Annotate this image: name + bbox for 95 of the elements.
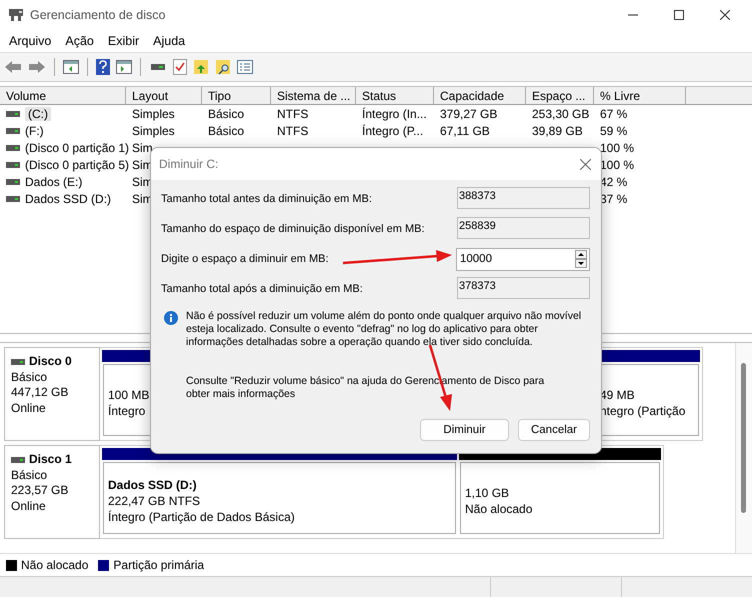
legend-label: Partição primária: [113, 558, 204, 572]
search-folder-icon[interactable]: [215, 59, 231, 75]
spin-up-icon[interactable]: [575, 250, 587, 258]
drive-icon: [11, 456, 25, 463]
partition-info: Íntegro (Partição de Dados Básica): [108, 509, 295, 525]
disk-type: Básico: [11, 468, 48, 483]
menu-item[interactable]: Arquivo: [9, 34, 52, 48]
column-header[interactable]: Status: [356, 87, 434, 104]
field-label: Tamanho total após a diminuição em MB:: [161, 283, 363, 295]
table-cell: 253,30 GB: [532, 106, 590, 120]
readonly-field: 388373: [457, 187, 590, 209]
disk-name: Disco 0: [29, 354, 72, 370]
table-cell: Simples: [132, 124, 175, 138]
table-cell: NTFS: [277, 106, 308, 120]
column-header[interactable]: Layout: [126, 87, 202, 104]
table-cell: 67 %: [600, 106, 628, 120]
table-cell[interactable]: Dados (E:): [25, 174, 82, 188]
table-cell: Básico: [208, 124, 244, 138]
disk-status: Online: [11, 400, 47, 416]
partition-name: Dados SSD (D:): [108, 477, 197, 493]
table-cell[interactable]: Dados SSD (D:): [25, 192, 112, 206]
drive-icon: [11, 358, 25, 365]
disk-size: 447,12 GB: [11, 385, 70, 400]
back-arrow-icon[interactable]: [4, 60, 22, 74]
drive-icon: [6, 144, 20, 150]
table-cell: 39,89 GB: [532, 124, 583, 138]
partition-info: Íntegro: [108, 403, 146, 419]
legend-label: Não alocado: [21, 558, 88, 572]
partition-box[interactable]: Dados SSD (D:) 222,47 GB NTFS Íntegro (Partição de Dados Básica): [103, 462, 456, 534]
table-cell[interactable]: (F:): [25, 124, 44, 138]
menu-item[interactable]: Ajuda: [153, 34, 186, 48]
number-field[interactable]: 10000: [456, 248, 590, 270]
column-header[interactable]: Sistema de ...: [271, 87, 356, 104]
drive-icon: [6, 162, 20, 168]
disk-type: Básico: [11, 370, 48, 385]
drive-icon: [6, 110, 20, 116]
dialog-button[interactable]: Diminuir: [420, 419, 509, 441]
forward-arrow-icon[interactable]: [28, 60, 46, 74]
drive-icon: [6, 128, 20, 134]
table-cell: 67,11 GB: [440, 124, 490, 138]
table-cell: Simples: [132, 106, 175, 120]
readonly-field: 378373: [457, 277, 590, 299]
panel-icon[interactable]: [116, 60, 132, 74]
table-cell[interactable]: (Disco 0 partição 1): [25, 140, 130, 154]
field-label: Tamanho total antes da diminuição em MB:: [161, 193, 372, 205]
table-cell[interactable]: (Disco 0 partição 5): [25, 158, 130, 172]
checklist-icon[interactable]: [173, 59, 187, 75]
folder-icon[interactable]: [193, 59, 209, 75]
maximize-icon[interactable]: [674, 10, 684, 20]
drive-icon: [6, 196, 20, 202]
disk-label-panel[interactable]: Disco 0 Básico 447,12 GB Online: [4, 347, 100, 441]
spin-down-icon[interactable]: [575, 258, 587, 268]
table-cell: 100 %: [600, 158, 634, 172]
column-header[interactable]: Espaço ...: [526, 87, 594, 104]
partition-info: 1,10 GB: [465, 485, 510, 501]
table-cell: Íntegro (P...: [362, 124, 424, 138]
readonly-field: 258839: [457, 217, 590, 239]
table-cell: Básico: [208, 106, 244, 120]
column-header[interactable]: % Livre: [594, 87, 686, 104]
menu-item[interactable]: Exibir: [108, 34, 140, 48]
list-icon[interactable]: [237, 60, 253, 74]
column-header[interactable]: Capacidade: [434, 87, 526, 104]
table-cell: 100 %: [600, 140, 634, 154]
field-label: Digite o espaço a diminuir em MB:: [161, 253, 329, 265]
close-icon[interactable]: [720, 10, 730, 20]
table-cell: NTFS: [277, 124, 308, 138]
field-label: Tamanho do espaço de diminuição disponível em MB:: [161, 223, 425, 235]
app-icon: [8, 8, 24, 22]
partition-info: 222,47 GB NTFS: [108, 493, 200, 509]
column-header[interactable]: Volume: [0, 87, 126, 104]
partition-info: 100 MB: [108, 387, 150, 403]
drive-icon: [6, 178, 20, 184]
table-cell: 379,27 GB: [440, 106, 498, 120]
disk-label-panel[interactable]: Disco 1 Básico 223,57 GB Online: [4, 445, 100, 539]
drive-icon[interactable]: [149, 61, 167, 73]
dialog-title: Diminuir C:: [159, 157, 218, 171]
scrollbar[interactable]: [735, 343, 752, 553]
disk-size: 223,57 GB: [11, 483, 70, 498]
column-header[interactable]: Tipo: [202, 87, 271, 104]
help-icon[interactable]: [96, 59, 110, 75]
info-text: Não é possível reduzir um volume além do ponto onde qualquer arquivo não movível esteja localizado. Consulte o evento "defrag" no log do aplicativo para obter informações detalhadas sobre a operação quando ela tiver sido concluída.: [186, 310, 582, 349]
table-cell[interactable]: (C:): [25, 106, 51, 120]
disk-name: Disco 1: [29, 452, 72, 468]
table-cell: Íntegro (In...: [362, 106, 427, 120]
menu-item[interactable]: Ação: [65, 34, 94, 48]
partition-box[interactable]: 1,10 GB Não alocado: [460, 462, 660, 534]
table-cell: Sim: [132, 140, 153, 154]
close-icon[interactable]: [580, 158, 591, 170]
table-cell: 59 %: [600, 124, 628, 138]
panel-icon[interactable]: [63, 60, 79, 74]
window-title: Gerenciamento de disco: [30, 8, 166, 22]
disk-status: Online: [11, 498, 47, 514]
dialog-button[interactable]: Cancelar: [518, 419, 590, 441]
info-icon: [164, 311, 178, 325]
partition-info: Não alocado: [465, 501, 532, 517]
